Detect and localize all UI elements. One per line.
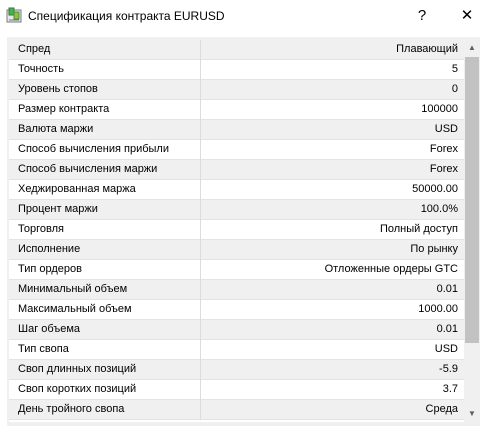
table-row[interactable]: Уровень стопов 0: [9, 80, 464, 100]
spec-value: Среда: [425, 403, 458, 415]
table-row[interactable]: Точность 5: [9, 60, 464, 80]
spec-value: -5.9: [439, 363, 458, 375]
spec-name: Исполнение: [9, 240, 201, 260]
spec-value: 100.0%: [420, 203, 458, 215]
spec-value: Forex: [429, 163, 458, 175]
spec-name: Спред: [9, 40, 201, 60]
spec-name: Уровень стопов: [9, 80, 201, 100]
table-row[interactable]: Своп длинных позиций -5.9: [9, 360, 464, 380]
spec-name: Процент маржи: [9, 200, 201, 220]
spec-value: 0.01: [436, 283, 458, 295]
spec-value: 100000: [421, 103, 458, 115]
help-button[interactable]: ?: [410, 5, 434, 27]
spec-value: 0.01: [436, 323, 458, 335]
window-title: Спецификация контракта EURUSD: [28, 9, 225, 23]
close-button[interactable]: ✕: [455, 5, 479, 27]
spec-value: 0: [451, 83, 458, 95]
table-row[interactable]: Своп коротких позиций 3.7: [9, 380, 464, 400]
spec-name: Валюта маржи: [9, 120, 201, 140]
spec-name: Точность: [9, 60, 201, 80]
spec-value: Forex: [429, 143, 458, 155]
spec-name: Максимальный объем: [9, 300, 201, 320]
spec-value: 5: [451, 63, 458, 75]
spec-value: 50000.00: [412, 183, 458, 195]
spec-value: По рынку: [410, 243, 458, 255]
spec-name: Тип свопа: [9, 340, 201, 360]
spec-name: Своп длинных позиций: [9, 360, 201, 380]
scroll-up-icon[interactable]: ▲: [464, 40, 480, 56]
spec-value: Полный доступ: [379, 223, 458, 235]
spec-value: USD: [434, 123, 458, 135]
spec-name: Торговля: [9, 220, 201, 240]
spec-value: Плавающий: [396, 43, 458, 55]
spec-value: USD: [434, 343, 458, 355]
scroll-thumb[interactable]: [465, 57, 479, 343]
table-row[interactable]: Хеджированная маржа 50000.00: [9, 180, 464, 200]
spec-name: День тройного свопа: [9, 400, 201, 420]
table-row[interactable]: Тип ордеров Отложенные ордеры GTC: [9, 260, 464, 280]
spec-value: Отложенные ордеры GTC: [324, 263, 458, 275]
spec-name: Шаг объема: [9, 320, 201, 340]
spec-table[interactable]: Спред Плавающий Точность 5 Уровень стопов 0 Ра…: [9, 40, 464, 422]
spec-name: Своп коротких позиций: [9, 380, 201, 400]
table-row[interactable]: Валюта маржи USD: [9, 120, 464, 140]
table-row[interactable]: Исполнение По рынку: [9, 240, 464, 260]
vertical-scrollbar[interactable]: ▲ ▼: [464, 40, 480, 422]
table-row[interactable]: Шаг объема 0.01: [9, 320, 464, 340]
spec-name: Способ вычисления прибыли: [9, 140, 201, 160]
spec-name: Хеджированная маржа: [9, 180, 201, 200]
spec-name: Размер контракта: [9, 100, 201, 120]
table-row[interactable]: Процент маржи 100.0%: [9, 200, 464, 220]
table-row[interactable]: День тройного свопа Среда: [9, 400, 464, 420]
table-row[interactable]: Минимальный объем 0.01: [9, 280, 464, 300]
table-row[interactable]: Торговля Полный доступ: [9, 220, 464, 240]
app-icon: [6, 7, 22, 23]
spec-name: Минимальный объем: [9, 280, 201, 300]
table-row[interactable]: Размер контракта 100000: [9, 100, 464, 120]
table-row[interactable]: Тип свопа USD: [9, 340, 464, 360]
scroll-down-icon[interactable]: ▼: [464, 406, 480, 422]
title-bar: Спецификация контракта EURUSD ? ✕: [0, 0, 480, 32]
table-row[interactable]: Способ вычисления маржи Forex: [9, 160, 464, 180]
spec-name: Способ вычисления маржи: [9, 160, 201, 180]
spec-value: 1000.00: [418, 303, 458, 315]
spec-name: Тип ордеров: [9, 260, 201, 280]
table-row[interactable]: Спред Плавающий: [9, 40, 464, 60]
table-row[interactable]: Способ вычисления прибыли Forex: [9, 140, 464, 160]
table-row[interactable]: Максимальный объем 1000.00: [9, 300, 464, 320]
spec-value: 3.7: [442, 383, 458, 395]
